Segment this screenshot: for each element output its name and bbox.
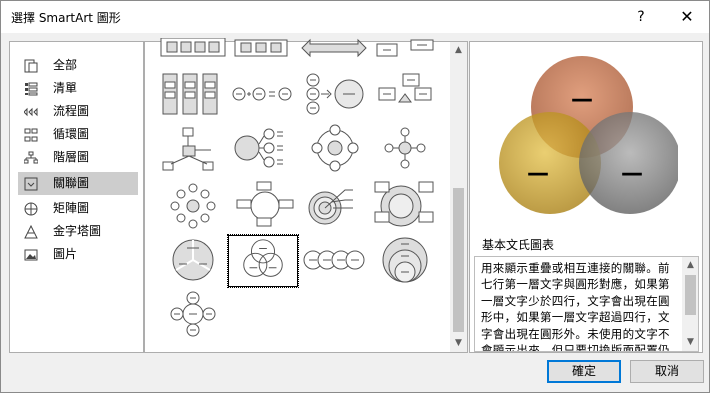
category-label: 關聯圖 [53,176,90,190]
relationship-icon [24,177,38,191]
smartart-dialog: 選擇 SmartArt 圖形 ? ✕ 全部 清單 流程圖 循環圖 階層圖 關聯圖 [0,0,710,393]
picture-icon [24,249,38,261]
category-label: 圖片 [53,247,78,261]
layout-description: 用來顯示重疊或相互連接的關聯。前 七行第一層文字與圓形對應，如果第 一層文字少於… [481,261,670,352]
category-item-list[interactable]: 清單 [18,77,138,100]
category-label: 矩陣圖 [53,201,90,215]
ok-button[interactable]: 確定 [547,360,621,383]
scroll-up-icon[interactable]: ▲ [450,42,467,59]
matrix-icon [24,202,38,216]
close-button[interactable]: ✕ [673,5,701,29]
category-item-relationship[interactable]: 關聯圖 [18,172,138,195]
cancel-button[interactable]: 取消 [630,360,704,383]
help-button[interactable]: ? [629,5,653,29]
venn-label-left: — [527,161,549,186]
preview-pane: — — — 基本文氏圖表 用來顯示重疊或相互連接的關聯。前 七行第一層文字與圓形… [469,41,703,353]
grouped-list-icon[interactable] [157,70,229,122]
category-list: 全部 清單 流程圖 循環圖 階層圖 關聯圖 矩陣圖 金字塔圖 圖片 [9,41,144,353]
description-scrollbar[interactable]: ▲ ▼ [682,257,698,351]
layout-description-box[interactable]: 用來顯示重疊或相互連接的關聯。前 七行第一層文字與圓形對應，如果第 一層文字少於… [474,256,699,352]
basic-venn-icon[interactable] [227,234,299,288]
category-label: 清單 [53,81,78,95]
venn-label-top: — [571,87,593,112]
pyramid-icon [24,225,38,239]
radial-cluster-icon[interactable] [369,124,441,176]
layout-gallery: ▲ ▼ [144,38,468,353]
scroll-up-icon[interactable]: ▲ [682,257,698,274]
basic-radial-icon[interactable] [299,124,371,176]
venn-label-right: — [621,161,643,186]
nested-target-icon[interactable] [369,178,441,230]
title-bar: 選擇 SmartArt 圖形 ? ✕ [1,1,709,33]
gallery-scroll-thumb[interactable] [453,188,464,332]
process-icon [24,107,38,117]
category-item-picture[interactable]: 圖片 [18,243,138,266]
linear-venn-icon[interactable] [299,234,371,286]
radial-list-icon[interactable] [229,124,301,176]
list-icon [25,82,38,96]
opposing-arrows-icon[interactable] [369,70,441,122]
category-item-cycle[interactable]: 循環圖 [18,123,138,146]
radial-venn-icon[interactable] [157,288,229,340]
target-list-icon[interactable] [299,178,371,230]
gallery-scrollbar[interactable]: ▲ ▼ [450,42,467,352]
category-label: 流程圖 [53,104,90,118]
hierarchy-icon [24,151,38,164]
category-label: 全部 [53,58,78,72]
radial-hub-icon[interactable] [157,124,229,176]
category-item-pyramid[interactable]: 金字塔圖 [18,220,138,243]
layout-title: 基本文氏圖表 [482,238,555,252]
category-item-process[interactable]: 流程圖 [18,100,138,123]
plus-equation-icon[interactable] [229,70,301,122]
cycle-matrix-icon[interactable] [229,178,301,230]
category-label: 階層圖 [53,150,90,164]
diverging-radial-icon[interactable] [157,178,229,230]
converging-circles-icon[interactable] [299,70,371,122]
stacked-venn-icon[interactable] [369,234,441,286]
description-scroll-thumb[interactable] [685,275,696,315]
basic-pie-icon[interactable] [157,234,229,286]
cycle-icon [24,128,38,142]
category-item-hierarchy[interactable]: 階層圖 [18,146,138,169]
dialog-title: 選擇 SmartArt 圖形 [11,11,121,25]
category-item-matrix[interactable]: 矩陣圖 [18,197,138,220]
category-item-all[interactable]: 全部 [18,54,138,77]
scroll-down-icon[interactable]: ▼ [682,334,698,351]
all-icon [24,59,38,73]
scroll-down-icon[interactable]: ▼ [450,335,467,352]
category-label: 循環圖 [53,127,90,141]
category-label: 金字塔圖 [53,224,102,238]
venn-preview-image: — — — [499,56,678,214]
